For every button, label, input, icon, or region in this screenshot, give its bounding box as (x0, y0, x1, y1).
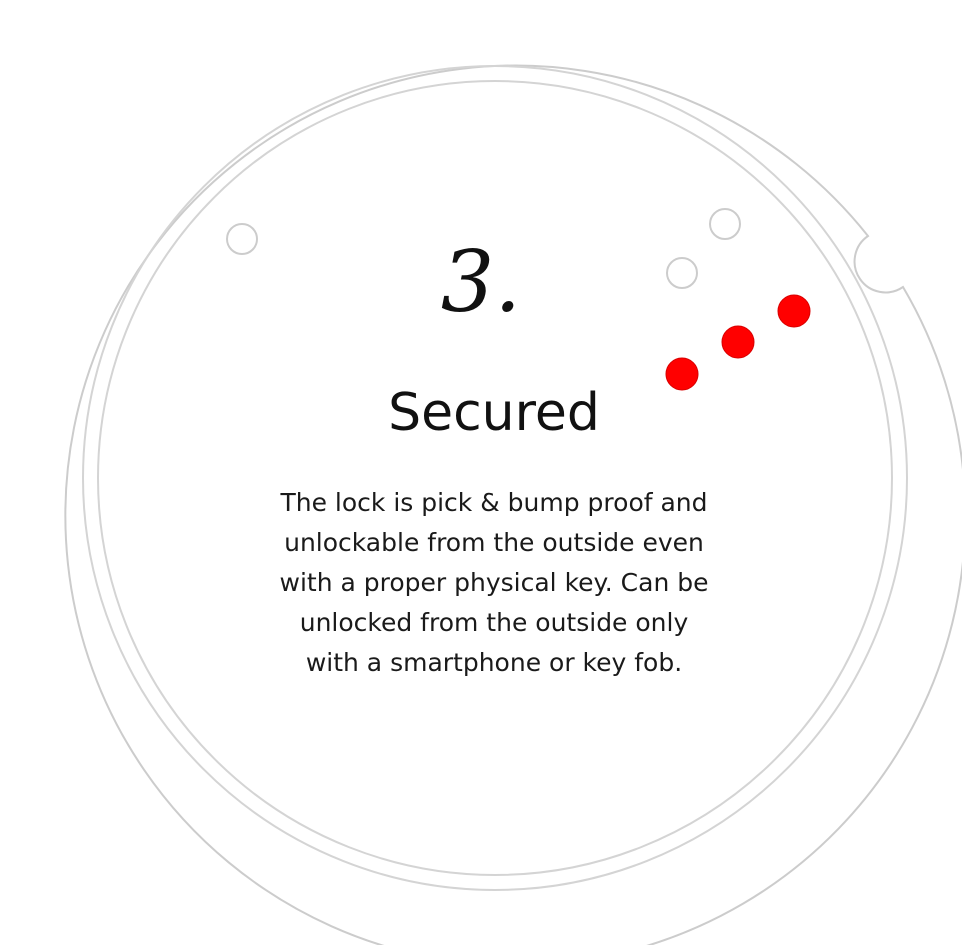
step-description: The lock is pick & bump proof and unlock… (279, 488, 709, 677)
dial-inner-ring (97, 80, 893, 876)
step-number: 3. (440, 233, 522, 331)
lock-dial-graphic (64, 64, 962, 945)
step-title: Secured (388, 383, 600, 443)
dial-middle-ring (82, 65, 908, 891)
